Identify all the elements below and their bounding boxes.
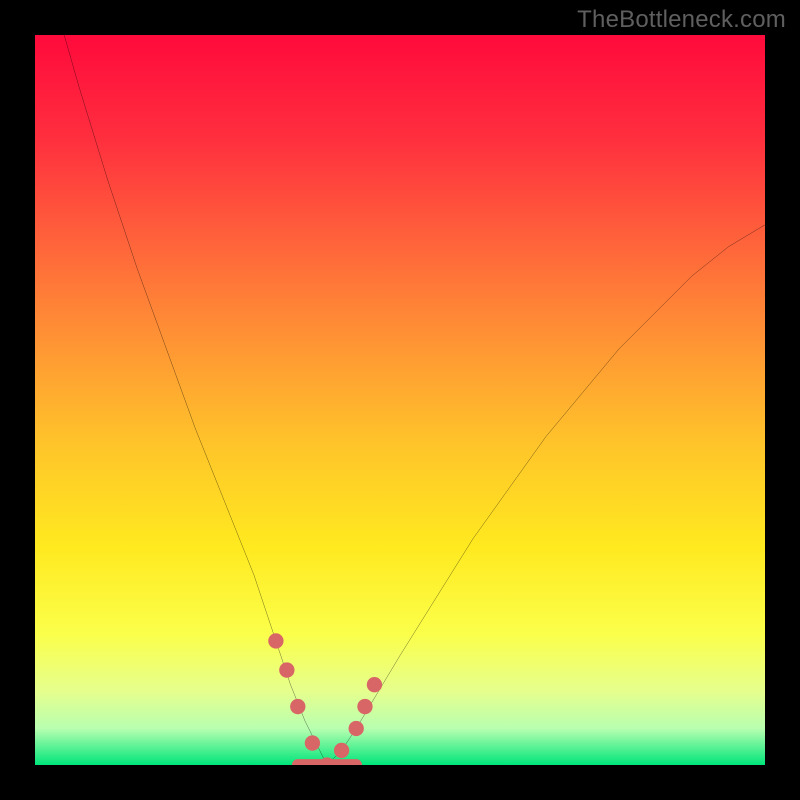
marker-dot [367,677,382,692]
marker-dot [334,743,349,758]
watermark-text: TheBottleneck.com [577,6,786,34]
marker-dot [290,699,305,714]
marker-dot [349,721,364,736]
marker-dot [305,735,320,750]
bottleneck-chart [35,35,765,765]
marker-dot [279,662,294,677]
marker-dot [268,633,283,648]
marker-dot [357,699,372,714]
chart-frame: TheBottleneck.com [0,0,800,800]
